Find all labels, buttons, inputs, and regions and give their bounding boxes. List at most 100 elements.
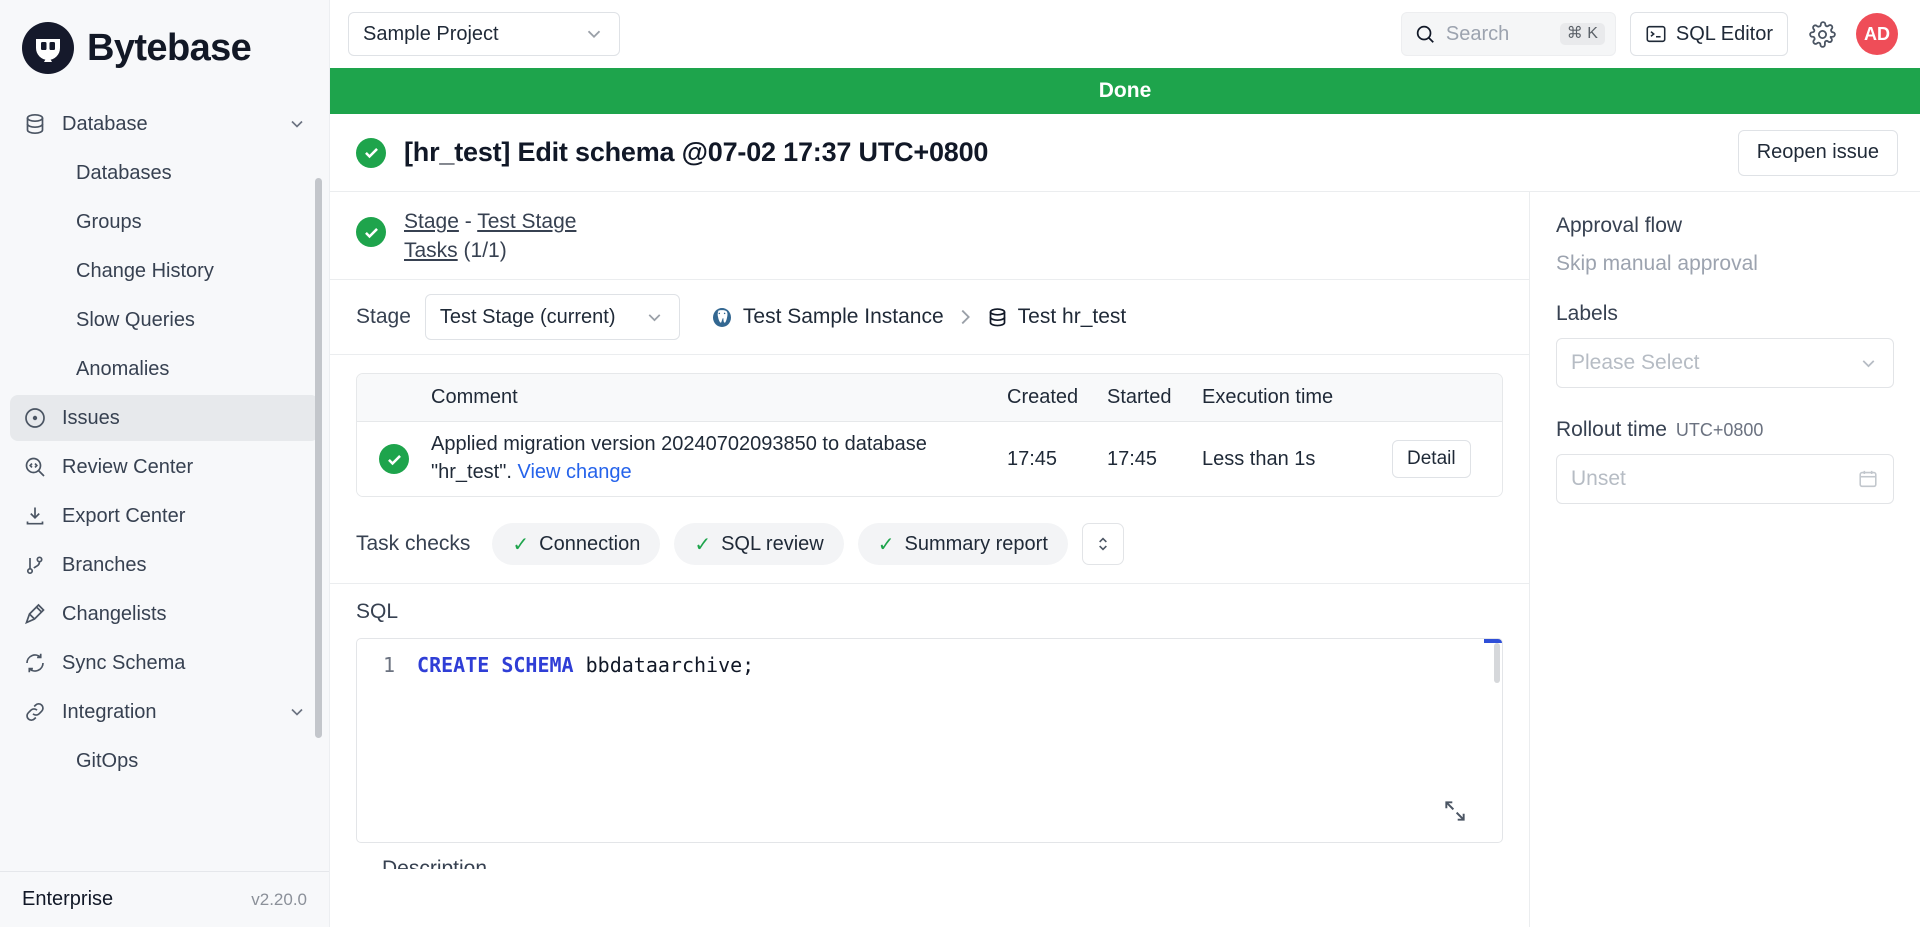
sidebar-item-gitops[interactable]: GitOps: [10, 738, 319, 784]
tasks-link[interactable]: Tasks: [404, 239, 458, 262]
task-check-connection[interactable]: ✓ Connection: [492, 523, 660, 565]
project-select-value: Sample Project: [363, 23, 499, 46]
instance-link[interactable]: Test Sample Instance: [710, 305, 944, 329]
editor-scrollbar[interactable]: [1494, 643, 1500, 683]
reopen-issue-button[interactable]: Reopen issue: [1738, 130, 1898, 176]
chevron-right-icon: [954, 306, 976, 328]
database-link[interactable]: Test hr_test: [986, 305, 1127, 329]
search-input[interactable]: Search ⌘ K: [1401, 12, 1616, 56]
sidebar-item-label: Integration: [62, 701, 157, 724]
column-header-execution-time: Execution time: [1202, 386, 1392, 409]
brand[interactable]: Bytebase: [0, 0, 329, 92]
status-banner: Done: [330, 68, 1920, 114]
avatar[interactable]: AD: [1856, 13, 1898, 55]
column-header-created: Created: [1007, 386, 1107, 409]
sql-editor-button[interactable]: SQL Editor: [1630, 12, 1788, 56]
sidebar-item-label: Databases: [76, 162, 172, 185]
database-name: Test hr_test: [1018, 305, 1127, 329]
stage-breadcrumb: Stage - Test Stage: [404, 210, 576, 234]
database-icon: [22, 111, 48, 137]
stage-links: Stage - Test Stage Tasks (1/1): [404, 210, 576, 263]
labels-title: Labels: [1556, 302, 1894, 326]
code-content: CREATE SCHEMA bbdataarchive;: [417, 653, 754, 677]
sidebar-item-label: Export Center: [62, 505, 185, 528]
row-comment-text: Applied migration version 20240702093850…: [431, 433, 927, 483]
avatar-initials: AD: [1864, 24, 1890, 45]
download-icon: [22, 503, 48, 529]
sidebar-item-issues[interactable]: Issues: [10, 395, 319, 441]
sidebar-item-sync-schema[interactable]: Sync Schema: [10, 640, 319, 686]
stage-name-link[interactable]: Test Stage: [477, 210, 576, 233]
sidebar-item-changelists[interactable]: Changelists: [10, 591, 319, 637]
sidebar-item-label: Slow Queries: [76, 309, 195, 332]
changelist-icon: [22, 601, 48, 627]
search-shortcut: ⌘ K: [1560, 23, 1605, 45]
app-root: Bytebase Database: [0, 0, 1920, 927]
check-circle-icon: [356, 217, 386, 247]
task-check-summary-report[interactable]: ✓ Summary report: [858, 523, 1068, 565]
row-execution-time-cell: Less than 1s: [1202, 448, 1392, 471]
description-label: Description: [356, 843, 1503, 869]
approval-flow-value: Skip manual approval: [1556, 252, 1894, 276]
sidebar-item-label: Changelists: [62, 603, 167, 626]
chevron-down-icon: [1858, 353, 1879, 374]
check-icon: ✓: [512, 532, 529, 557]
check-icon: ✓: [878, 532, 895, 557]
topbar: Sample Project Search ⌘ K: [330, 0, 1920, 68]
sidebar-item-change-history[interactable]: Change History: [10, 248, 319, 294]
project-select[interactable]: Sample Project: [348, 12, 620, 56]
search-placeholder: Search: [1446, 23, 1509, 46]
sidebar-item-label: Anomalies: [76, 358, 169, 381]
rollout-timezone: UTC+0800: [1676, 420, 1764, 441]
sidebar-item-label: GitOps: [76, 750, 138, 773]
stage-select-value: Test Stage (current): [440, 306, 616, 329]
bytebase-logo-icon: [22, 22, 74, 74]
row-comment-cell: Applied migration version 20240702093850…: [431, 431, 1007, 486]
task-checks-label: Task checks: [356, 532, 470, 556]
search-icon: [1414, 23, 1436, 45]
sidebar-item-database[interactable]: Database: [10, 101, 319, 147]
stage-select[interactable]: Test Stage (current): [425, 294, 680, 340]
plan-label: Enterprise: [22, 888, 113, 911]
sidebar: Bytebase Database: [0, 0, 330, 927]
column-header-started: Started: [1107, 386, 1202, 409]
task-checks-row: Task checks ✓ Connection ✓ SQL review ✓ …: [330, 505, 1529, 584]
sidebar-item-anomalies[interactable]: Anomalies: [10, 346, 319, 392]
code-line: 1 CREATE SCHEMA bbdataarchive;: [357, 639, 1502, 677]
task-checks-toggle-button[interactable]: [1082, 523, 1124, 565]
sidebar-item-integration[interactable]: Integration: [10, 689, 319, 735]
sidebar-item-export-center[interactable]: Export Center: [10, 493, 319, 539]
sql-rest: bbdataarchive;: [574, 653, 755, 677]
sidebar-item-review-center[interactable]: Review Center: [10, 444, 319, 490]
page-title: [hr_test] Edit schema @07-02 17:37 UTC+0…: [404, 137, 988, 168]
task-check-sql-review[interactable]: ✓ SQL review: [674, 523, 843, 565]
sidebar-item-branches[interactable]: Branches: [10, 542, 319, 588]
status-banner-label: Done: [1099, 79, 1152, 103]
sidebar-scrollbar[interactable]: [315, 178, 322, 738]
row-started-cell: 17:45: [1107, 448, 1202, 471]
labels-select[interactable]: Please Select: [1556, 338, 1894, 388]
tasks-count: (1/1): [464, 239, 507, 262]
expand-icon[interactable]: [1442, 798, 1468, 824]
rollout-time-title: Rollout time: [1556, 418, 1667, 442]
task-check-label: SQL review: [721, 533, 824, 556]
stage-link[interactable]: Stage: [404, 210, 459, 233]
settings-button[interactable]: [1802, 14, 1842, 54]
editor-accent: [1484, 639, 1502, 643]
sidebar-item-label: Database: [62, 113, 148, 136]
view-change-link[interactable]: View change: [517, 461, 631, 483]
stage-selector-row: Stage Test Stage (current): [330, 280, 1529, 355]
check-icon: ✓: [694, 532, 711, 557]
sql-keyword: CREATE SCHEMA: [417, 653, 574, 677]
stage-label: Stage: [356, 305, 411, 329]
rollout-time-input[interactable]: Unset: [1556, 454, 1894, 504]
sidebar-item-databases[interactable]: Databases: [10, 150, 319, 196]
sidebar-item-label: Groups: [76, 211, 142, 234]
sidebar-item-groups[interactable]: Groups: [10, 199, 319, 245]
sql-editor[interactable]: 1 CREATE SCHEMA bbdataarchive;: [356, 638, 1503, 843]
sidebar-footer: Enterprise v2.20.0: [0, 871, 329, 927]
sidebar-item-slow-queries[interactable]: Slow Queries: [10, 297, 319, 343]
check-circle-icon: [356, 138, 386, 168]
chevron-down-icon: [287, 702, 307, 722]
detail-button[interactable]: Detail: [1392, 440, 1471, 478]
